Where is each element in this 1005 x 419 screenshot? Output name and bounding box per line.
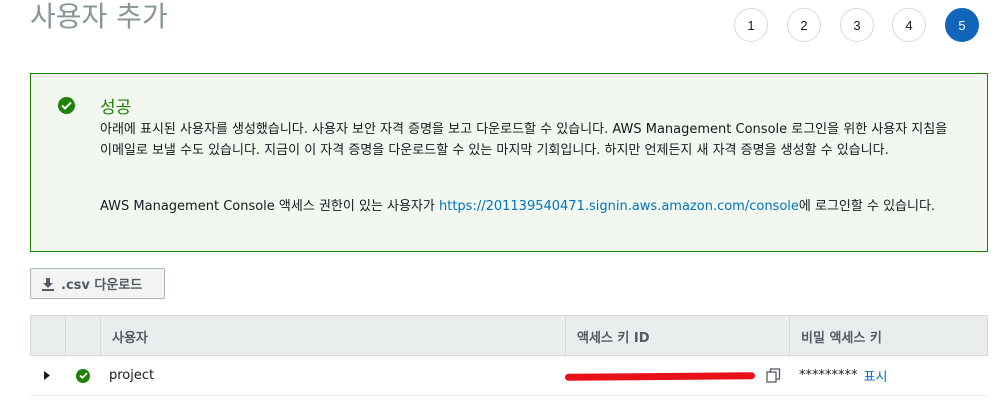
secret-key-masked: ********* <box>799 368 858 383</box>
console-message-suffix: 에 로그인할 수 있습니다. <box>798 199 936 214</box>
header-secret-access-key[interactable]: 비밀 액세스 키 <box>789 316 988 357</box>
expand-row-icon[interactable] <box>44 356 50 395</box>
row-user-name: project <box>109 368 155 383</box>
show-secret-link[interactable]: 표시 <box>864 366 888 385</box>
success-check-icon <box>58 97 75 114</box>
console-message-prefix: AWS Management Console 액세스 권한이 있는 사용자가 <box>100 199 439 214</box>
copy-icon[interactable] <box>766 356 781 395</box>
table-row: project ********* 표시 <box>30 356 988 396</box>
download-csv-button[interactable]: .csv 다운로드 <box>30 268 165 299</box>
header-status-col <box>65 316 100 357</box>
success-alert: 성공 아래에 표시된 사용자를 생성했습니다. 사용자 보안 자격 증명을 보고… <box>30 73 988 252</box>
alert-title: 성공 <box>100 98 132 118</box>
redacted-access-key-mark <box>564 372 756 381</box>
console-access-message: AWS Management Console 액세스 권한이 있는 사용자가 h… <box>100 196 980 217</box>
row-status-success-icon <box>76 356 90 395</box>
header-user[interactable]: 사용자 <box>100 316 565 357</box>
step-5-current: 5 <box>945 8 979 42</box>
header-access-key-id[interactable]: 액세스 키 ID <box>565 316 789 357</box>
step-2[interactable]: 2 <box>787 8 821 42</box>
users-table: 사용자 액세스 키 ID 비밀 액세스 키 project ********* … <box>30 315 988 396</box>
page-title: 사용자 추가 <box>30 0 168 33</box>
step-4[interactable]: 4 <box>892 8 926 42</box>
secret-key-cell: ********* 표시 <box>799 356 887 395</box>
step-1[interactable]: 1 <box>734 8 768 42</box>
table-header: 사용자 액세스 키 ID 비밀 액세스 키 <box>30 315 988 357</box>
step-3[interactable]: 3 <box>840 8 874 42</box>
alert-body: 아래에 표시된 사용자를 생성했습니다. 사용자 보안 자격 증명을 보고 다운… <box>100 122 948 158</box>
download-icon <box>42 277 54 291</box>
download-csv-label: .csv 다운로드 <box>61 278 143 293</box>
console-signin-link[interactable]: https://201139540471.signin.aws.amazon.c… <box>439 199 799 214</box>
